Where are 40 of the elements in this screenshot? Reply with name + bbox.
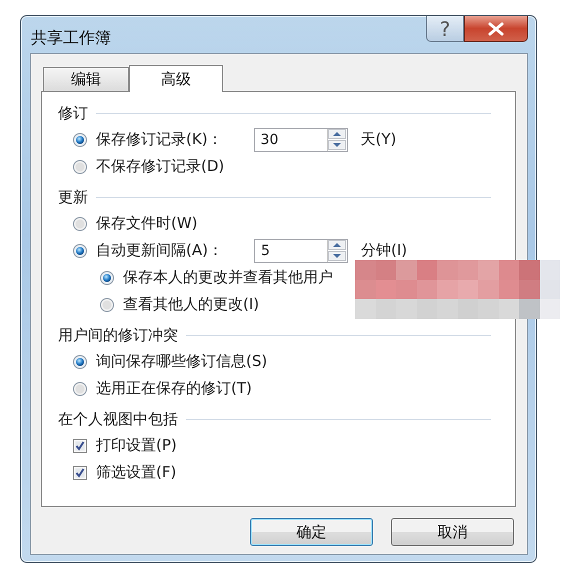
number-spinbox[interactable]: 5 bbox=[254, 238, 348, 262]
checkbox-label: 筛选设置(F) bbox=[96, 462, 176, 484]
radio-label: 保存本人的更改并查看其他用户 bbox=[123, 267, 333, 288]
unit-label: 天(Y) bbox=[360, 129, 396, 150]
spin-up-button[interactable] bbox=[328, 240, 346, 250]
section-heading: 修订 bbox=[58, 102, 88, 124]
number-spinbox[interactable]: 30 bbox=[254, 128, 348, 152]
radio-label: 询问保存哪些修订信息(S) bbox=[96, 351, 268, 372]
spin-down-button[interactable] bbox=[328, 140, 346, 150]
ok-button[interactable]: 确定 bbox=[250, 518, 373, 546]
tab[interactable]: 编辑 bbox=[43, 67, 129, 91]
checkbox[interactable] bbox=[73, 466, 87, 480]
section-heading: 更新 bbox=[58, 186, 88, 208]
help-button[interactable]: ? bbox=[426, 16, 464, 42]
radio-button[interactable] bbox=[73, 132, 87, 146]
window-title: 共享工作簿 bbox=[31, 27, 111, 49]
radio-label: 选用正在保存的修订(T) bbox=[96, 378, 252, 400]
radio-button[interactable] bbox=[100, 298, 114, 312]
radio-label: 自动更新间隔(A)： bbox=[96, 240, 223, 262]
checkbox-label: 打印设置(P) bbox=[96, 435, 177, 456]
section-heading: 用户间的修订冲突 bbox=[58, 324, 178, 346]
radio-button[interactable] bbox=[73, 382, 87, 396]
radio-button[interactable] bbox=[73, 160, 87, 174]
radio-button[interactable] bbox=[73, 216, 87, 230]
radio-button[interactable] bbox=[100, 270, 114, 284]
close-icon bbox=[488, 22, 504, 36]
radio-label: 保存修订记录(K)： bbox=[96, 129, 223, 150]
radio-label: 查看其他人的更改(I) bbox=[123, 294, 260, 316]
section-heading: 在个人视图中包括 bbox=[58, 408, 178, 430]
checkbox[interactable] bbox=[73, 438, 87, 452]
radio-label: 不保存修订记录(D) bbox=[96, 156, 224, 178]
radio-label: 保存文件时(W) bbox=[96, 213, 198, 234]
tab[interactable]: 高级 bbox=[129, 65, 223, 92]
unit-label: 分钟(I) bbox=[360, 240, 408, 262]
radio-button[interactable] bbox=[73, 244, 87, 258]
cancel-button[interactable]: 取消 bbox=[391, 518, 514, 546]
spin-down-button[interactable] bbox=[328, 250, 346, 262]
radio-button[interactable] bbox=[73, 354, 87, 368]
spin-up-button[interactable] bbox=[328, 128, 346, 140]
close-button[interactable] bbox=[464, 16, 528, 42]
